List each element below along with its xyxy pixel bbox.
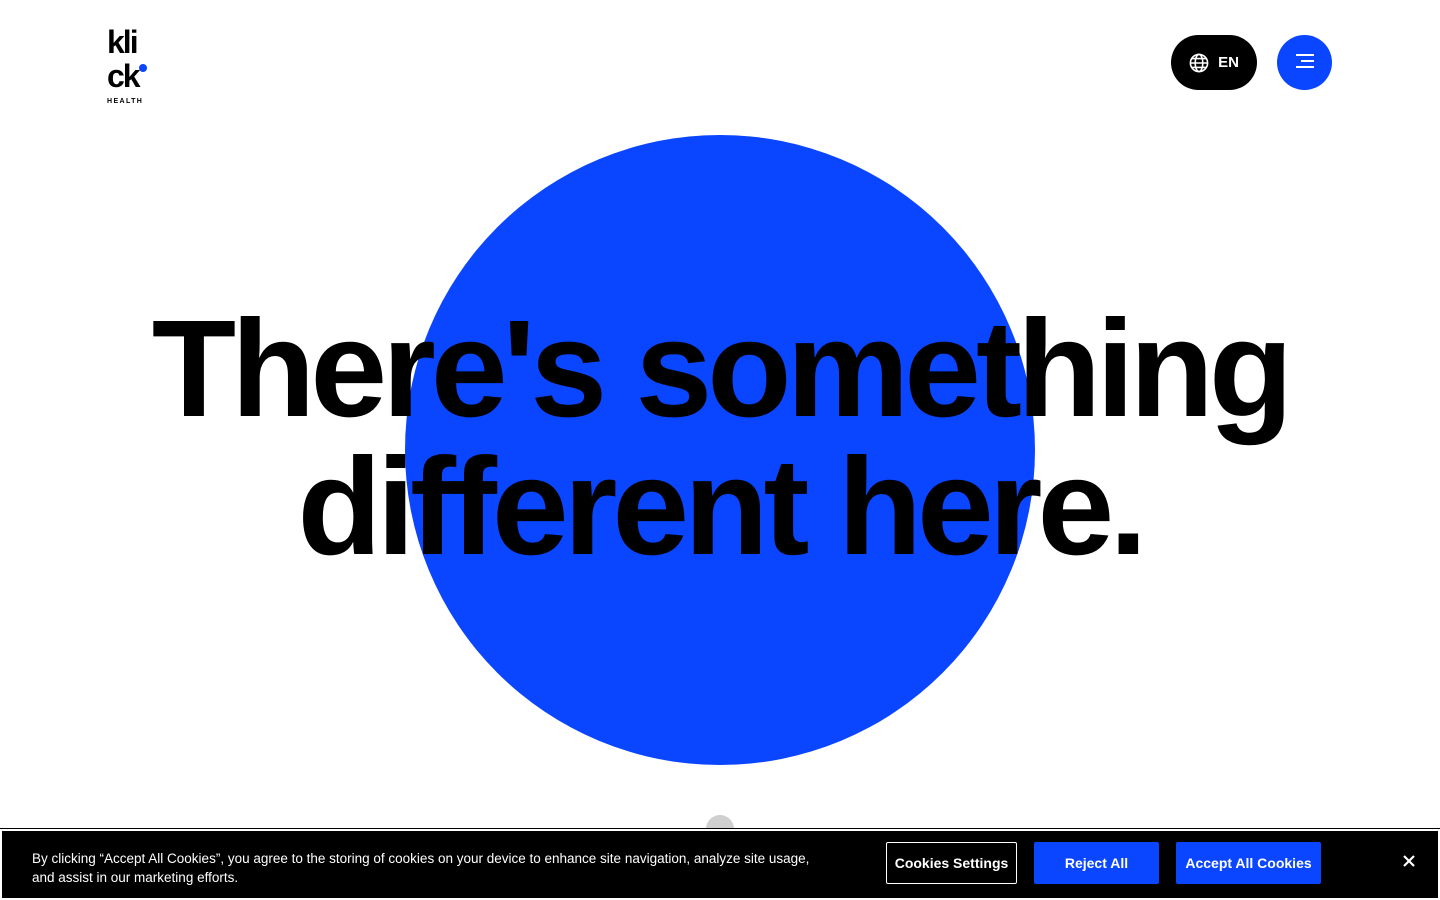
close-banner-button[interactable] (1397, 850, 1421, 874)
hero-headline: There's something different here. (0, 300, 1440, 576)
hero-headline-line-2: different here. (297, 430, 1147, 584)
language-selector-button[interactable]: EN (1171, 35, 1257, 90)
cookie-consent-text: By clicking “Accept All Cookies”, you ag… (32, 851, 810, 885)
menu-button[interactable] (1277, 35, 1332, 90)
reject-all-button[interactable]: Reject All (1034, 842, 1159, 884)
cookies-settings-button[interactable]: Cookies Settings (886, 842, 1017, 884)
accept-all-cookies-button[interactable]: Accept All Cookies (1176, 842, 1321, 884)
logo-wordmark-top: kli (107, 24, 139, 60)
language-label: EN (1218, 54, 1239, 71)
hero-headline-line-1: There's something (151, 292, 1293, 446)
klick-health-logo[interactable]: kli ck HEALTH (107, 24, 157, 108)
logo-wordmark-bottom: ck (107, 58, 141, 94)
close-icon (1402, 854, 1416, 871)
hamburger-menu-icon (1294, 53, 1316, 72)
cookie-consent-banner: By clicking “Accept All Cookies”, you ag… (0, 828, 1440, 900)
logo-dot (139, 64, 147, 72)
page: kli ck HEALTH EN There's something diffe… (0, 0, 1440, 900)
logo-subtitle: HEALTH (107, 98, 144, 105)
globe-icon (1189, 53, 1209, 73)
